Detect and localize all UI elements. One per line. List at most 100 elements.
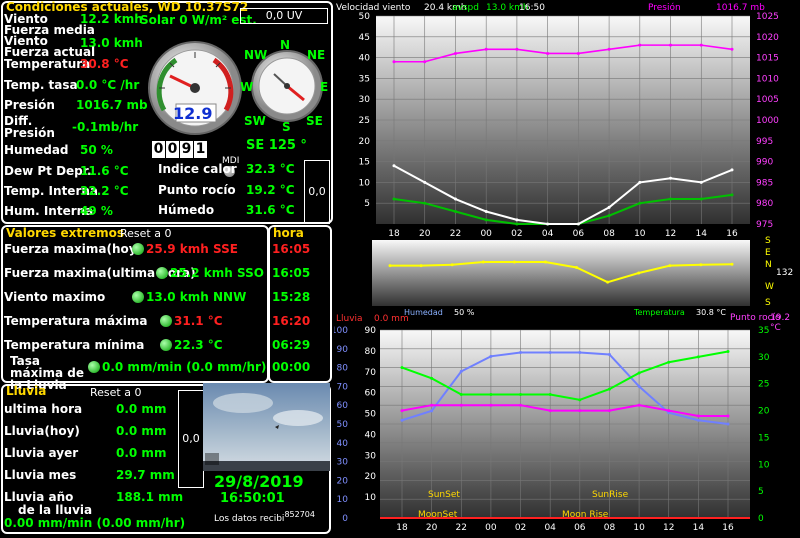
chart1-pressure-label: Presión <box>648 3 681 13</box>
chart3-humidity-label: Humedad <box>404 308 443 317</box>
chart2-point <box>730 262 734 266</box>
chart1-ytick-right: 1010 <box>756 74 779 84</box>
chart3-point <box>430 403 434 407</box>
compass-nw: NW <box>244 48 268 62</box>
chart1-point <box>638 201 642 205</box>
chart1-xtick: 14 <box>696 229 708 239</box>
rain-rate: 0.00 mm/min (0.00 mm/hr) <box>4 516 186 530</box>
chart3-ytick-mid: 30 <box>365 451 377 461</box>
chart3-point <box>489 403 493 407</box>
chart1-point <box>699 180 703 184</box>
chart1-point <box>699 43 703 47</box>
annotation-moonrise: Moon Rise <box>562 510 609 520</box>
chart3-xtick: 02 <box>515 523 526 533</box>
chart3-point <box>696 355 700 359</box>
annotation-sunset: SunSet <box>428 490 460 500</box>
chart3-ytick-mid: 10 <box>365 493 377 503</box>
label-temp-tasa: Temp. tasa <box>4 78 78 92</box>
rain-label-0: ultima hora <box>4 402 83 416</box>
footer-received: Los datos recibi852704 <box>214 510 315 524</box>
chart2-dir-label-s2: S <box>765 298 771 308</box>
chart1-point <box>607 47 611 51</box>
chart3-point <box>459 403 463 407</box>
ext-value-4: 22.3 °C <box>174 338 223 352</box>
compass-e: E <box>320 80 329 94</box>
chart3-ytick-right: 10 <box>758 460 770 470</box>
footer-date: 29/8/2019 <box>214 472 304 491</box>
chart1-ytick-left: 25 <box>359 116 370 126</box>
chart3-ytick-mid: 90 <box>365 326 377 336</box>
chart3-point <box>400 366 404 370</box>
chart1-point <box>453 197 457 201</box>
chart3-point <box>548 351 552 355</box>
chart1-ytick-left: 10 <box>359 178 371 188</box>
chart3-point <box>519 392 523 396</box>
chart3-point <box>696 414 700 418</box>
extremes-reset[interactable]: Reset a 0 <box>120 227 171 240</box>
chart1-point <box>638 180 642 184</box>
ext-value-0: 25.9 kmh SSE <box>146 242 238 256</box>
chart3-ytick-right: 20 <box>758 407 770 417</box>
chart1-point <box>484 210 488 214</box>
chart1-point <box>423 60 427 64</box>
chart3-point <box>459 369 463 373</box>
rain-value-2: 0.0 mm <box>116 446 167 460</box>
ext-label-2: Viento maximo <box>4 290 106 304</box>
chart3-point <box>400 409 404 413</box>
chart1-pressure-value: 1016.7 mb <box>716 3 765 13</box>
chart3-point <box>607 409 611 413</box>
chart3-point <box>459 392 463 396</box>
wind-direction-text: SE 125 ° <box>246 138 307 153</box>
rain-side-box: 0,0 <box>178 390 204 488</box>
chart1-ytick-right: 975 <box>756 220 773 230</box>
chart1-ytick-right: 1015 <box>756 54 779 64</box>
chart3-humidity-value: 50 % <box>454 308 475 317</box>
ext-label-4: Temperatura mínima <box>4 338 145 352</box>
chart3-point <box>489 392 493 396</box>
value-humedo: 31.6 °C <box>246 203 295 217</box>
chart3-point <box>578 409 582 413</box>
chart1-xtick: 22 <box>450 229 461 239</box>
chart3-point <box>667 409 671 413</box>
value-diff-presion: -0.1mb/hr <box>72 120 139 134</box>
chart2-dir-value: 132 <box>776 268 794 278</box>
rain-label-3: Lluvia mes <box>4 468 77 482</box>
compass-n: N <box>280 38 291 52</box>
chart3-point <box>726 414 730 418</box>
chart3-point <box>430 409 434 413</box>
status-dot <box>156 267 168 279</box>
chart3-point <box>726 422 730 426</box>
current-side-box: 0,0 <box>304 160 330 224</box>
chart1-point <box>699 197 703 201</box>
chart1-ytick-right: 1025 <box>756 12 779 22</box>
chart3-ytick-left: 90 <box>337 345 349 355</box>
chart3-xtick: 10 <box>633 523 645 533</box>
chart1-xtick: 02 <box>511 229 522 239</box>
chart1-ytick-left: 15 <box>359 158 370 168</box>
chart3-xtick: 22 <box>456 523 467 533</box>
chart1-ytick-left: 45 <box>359 33 370 43</box>
chart3-ytick-left: 100 <box>334 326 348 336</box>
chart1-ytick-right: 995 <box>756 137 773 147</box>
chart1-point <box>546 51 550 55</box>
ext-value-1: 25.2 kmh SSO <box>170 266 264 280</box>
rain-reset[interactable]: Reset a 0 <box>90 386 141 399</box>
webcam-image[interactable] <box>203 383 330 471</box>
chart3-ytick-right: 25 <box>758 380 769 390</box>
value-humedad: 50 % <box>80 143 113 157</box>
chart1-ytick-left: 30 <box>359 95 371 105</box>
chart3-ytick-left: 10 <box>337 495 349 505</box>
value-temperatura: 30.8 °C <box>80 57 129 71</box>
chart1-ytick-right: 1000 <box>756 116 779 126</box>
extremes-title: Valores extremos <box>6 226 125 240</box>
chart3-ytick-right: 35 <box>758 326 769 336</box>
chart1-point <box>423 201 427 205</box>
chart3-point <box>430 376 434 380</box>
counter-digit: 1 <box>194 141 207 158</box>
value-punto-rocio: 19.2 °C <box>246 183 295 197</box>
compass-s: S <box>282 120 291 134</box>
chart3-ytick-left: 40 <box>337 439 349 449</box>
chart1-avspd-label: avspd <box>452 3 479 13</box>
chart1-ytick-right: 985 <box>756 178 773 188</box>
chart3-temp-label: Temperatura <box>634 308 685 317</box>
